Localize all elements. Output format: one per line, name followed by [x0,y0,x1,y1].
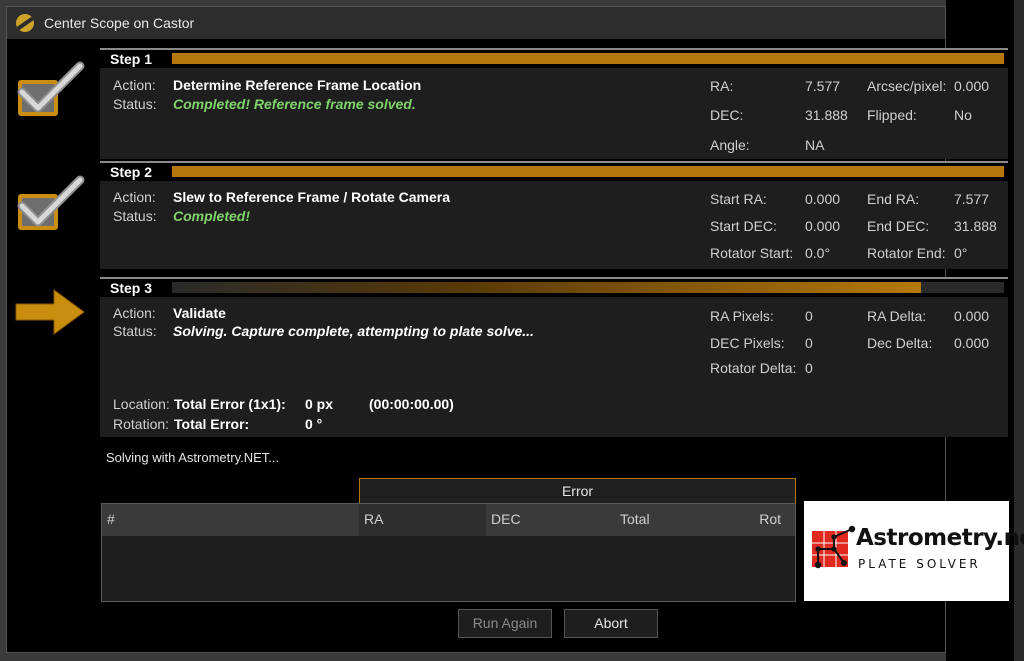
step1-dec-label: DEC: [710,107,744,123]
results-grid[interactable]: Error # RA DEC Total Rot [101,478,796,602]
step3-dec-delta-label: Dec Delta: [867,335,933,351]
column-header-number[interactable]: # [102,504,359,536]
step3-dec-pixels-value: 0 [805,335,813,351]
step2-rotator-end-value: 0° [954,245,968,261]
step1-angle-label: Angle: [710,137,750,153]
step2-status-label: Status: [113,208,157,224]
column-header-dec[interactable]: DEC [486,504,615,536]
step2-rotator-end-label: Rotator End: [867,245,946,261]
column-header-rot[interactable]: Rot [735,504,795,536]
step2-action-text: Slew to Reference Frame / Rotate Camera [173,189,450,205]
step3-action-label: Action: [113,305,156,321]
step1-flipped-label: Flipped: [867,107,917,123]
step3-dec-pixels-label: DEC Pixels: [710,335,785,351]
step3-ra-delta-label: RA Delta: [867,308,927,324]
step3-status-label: Status: [113,323,157,339]
step3-status-text: Solving. Capture complete, attempting to… [173,323,534,339]
step2-panel: Step 2 Action: Slew to Reference Frame /… [100,161,1008,269]
step1-status-text: Completed! Reference frame solved. [173,96,416,112]
error-group-header: Error [359,478,796,503]
step2-status-text: Completed! [173,208,250,224]
step2-rotator-start-value: 0.0° [805,245,831,261]
step1-angle-value: NA [805,137,825,153]
step3-dec-delta-value: 0.000 [954,335,990,351]
step1-header: Step 1 [100,50,1008,68]
step2-start-dec-label: Start DEC: [710,218,777,234]
step1-checkmark-icon [12,58,85,128]
step2-rotator-start-label: Rotator Start: [710,245,794,261]
step1-status-label: Status: [113,96,157,112]
step1-progress-fill [172,53,1004,64]
step2-end-dec-value: 31.888 [954,218,997,234]
step2-label: Step 2 [110,164,153,180]
step2-end-ra-label: End RA: [867,191,920,207]
step2-end-dec-label: End DEC: [867,218,930,234]
step1-flipped-value: No [954,107,972,123]
step1-label: Step 1 [110,51,153,67]
location-elapsed-time: (00:00:00.00) [369,396,454,412]
step2-progress-fill [172,166,1004,177]
step1-ra-label: RA: [710,78,734,94]
app-logo-icon [16,14,34,32]
step1-progress-bar [172,53,1004,64]
run-again-button[interactable]: Run Again [458,609,552,638]
step3-progress-bar [172,282,1004,293]
step1-arcsec-value: 0.000 [954,78,990,94]
background-panel [1014,0,1024,661]
step3-rotator-delta-value: 0 [805,360,813,376]
step2-progress-bar [172,166,1004,177]
step2-checkmark-icon [12,172,85,242]
step2-start-ra-value: 0.000 [805,191,841,207]
step1-ra-value: 7.577 [805,78,841,94]
step3-ra-pixels-label: RA Pixels: [710,308,774,324]
step1-arcsec-label: Arcsec/pixel: [867,78,947,94]
rotation-total-error-title: Total Error: [174,416,250,432]
astrometry-logo-tagline: PLATE SOLVER [858,557,981,571]
step3-arrow-right-icon [12,284,88,340]
location-total-error-value: 0 px [305,396,334,412]
step1-action-text: Determine Reference Frame Location [173,77,422,93]
step3-rotator-delta-label: Rotator Delta: [710,360,797,376]
step2-end-ra-value: 7.577 [954,191,990,207]
title-bar[interactable]: Center Scope on Castor [7,7,945,39]
step2-start-dec-value: 0.000 [805,218,841,234]
step3-action-text: Validate [173,305,226,321]
step3-progress-fill [172,282,921,293]
step3-label: Step 3 [110,280,153,296]
solver-status-message: Solving with Astrometry.NET... [106,450,280,465]
step3-ra-delta-value: 0.000 [954,308,990,324]
column-header-total[interactable]: Total [615,504,735,536]
step1-action-label: Action: [113,77,156,93]
location-total-error-title: Total Error (1x1): [174,396,286,412]
column-header-ra[interactable]: RA [359,504,486,536]
astrometry-logo: Astrometry.net PLATE SOLVER [804,501,1024,601]
step2-action-label: Action: [113,189,156,205]
astrometry-grid-icon [812,525,856,569]
window-title: Center Scope on Castor [44,15,195,31]
step3-panel: Step 3 Action: Validate Status: Solving.… [100,277,1008,437]
rotation-label: Rotation: [113,416,170,432]
rotation-total-error-value: 0 ° [305,416,323,432]
abort-button[interactable]: Abort [564,609,658,638]
step1-panel: Step 1 Action: Determine Reference Frame… [100,48,1008,159]
results-grid-body[interactable]: # RA DEC Total Rot [101,503,796,602]
location-label: Location: [113,396,170,412]
step2-header: Step 2 [100,163,1008,181]
step1-dec-value: 31.888 [805,107,848,123]
step3-header: Step 3 [100,279,1008,297]
step2-start-ra-label: Start RA: [710,191,767,207]
step3-ra-pixels-value: 0 [805,308,813,324]
astrometry-logo-name: Astrometry.net [856,525,1024,551]
